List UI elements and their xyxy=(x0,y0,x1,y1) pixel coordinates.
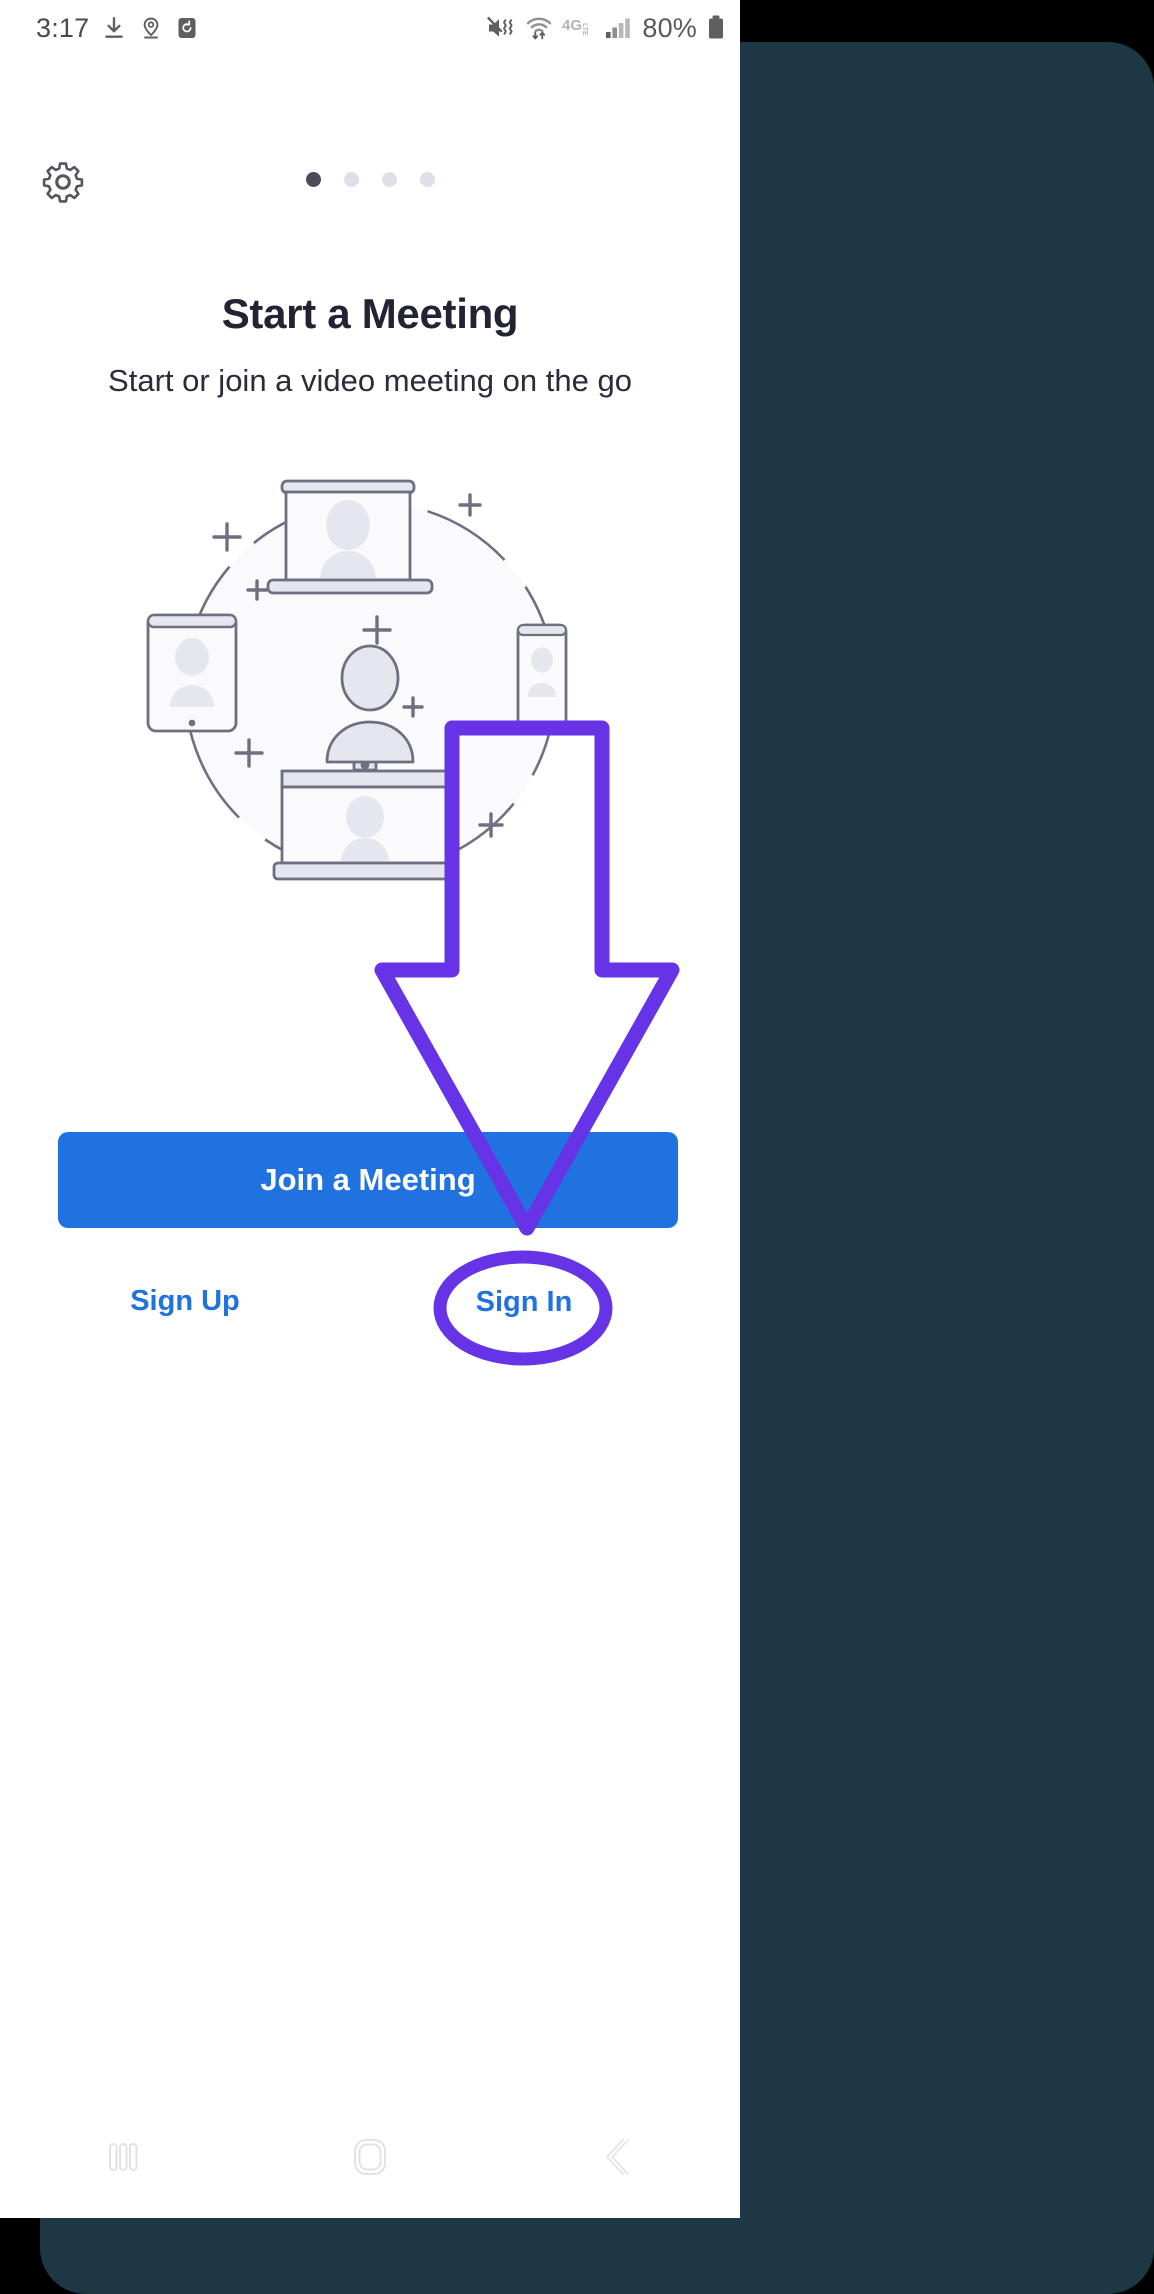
home-button[interactable] xyxy=(247,2133,494,2181)
page-subtitle: Start or join a video meeting on the go xyxy=(108,363,632,398)
signal-bars-icon xyxy=(606,18,631,38)
screenshot-root: 3:17 4G LTE 80% Start a Meeting Start or… xyxy=(0,0,1154,2294)
battery-percent-label: 80% xyxy=(642,12,697,43)
pager-dot-3[interactable] xyxy=(381,172,397,187)
download-icon xyxy=(105,17,124,38)
status-bar-left: 3:17 xyxy=(36,13,199,44)
phone-screen: 3:17 4G LTE 80% Start a Meeting Start or… xyxy=(0,0,740,2218)
recents-icon xyxy=(109,2142,138,2171)
pager-dot-2[interactable] xyxy=(343,172,359,187)
location-icon xyxy=(144,17,159,39)
svg-text:4G: 4G xyxy=(562,17,582,34)
devices-illustration xyxy=(130,435,610,935)
wifi-icon xyxy=(527,17,552,40)
sign-in-link[interactable]: Sign In xyxy=(448,1286,600,1319)
status-bar: 3:17 4G LTE 80% xyxy=(0,0,740,56)
android-nav-bar xyxy=(0,2095,740,2218)
status-clock: 3:17 xyxy=(36,12,90,43)
status-bar-right: 4G LTE 80% xyxy=(486,13,726,44)
back-button[interactable] xyxy=(493,2132,740,2182)
pager-dot-1[interactable] xyxy=(305,172,321,187)
onboarding-pager-dots[interactable] xyxy=(0,172,740,187)
sign-up-link[interactable]: Sign Up xyxy=(110,1285,260,1318)
lte-icon: 4G LTE xyxy=(562,17,588,36)
vibrate-mute-icon xyxy=(487,17,513,37)
home-icon xyxy=(354,2138,386,2175)
sync-icon xyxy=(178,18,196,38)
pager-dot-4[interactable] xyxy=(419,172,435,187)
svg-text:LTE: LTE xyxy=(581,23,588,36)
back-icon xyxy=(605,2138,629,2175)
page-title: Start a Meeting xyxy=(221,290,519,337)
battery-icon xyxy=(709,15,723,39)
join-meeting-button[interactable]: Join a Meeting xyxy=(58,1132,678,1228)
recents-button[interactable] xyxy=(0,2134,247,2180)
